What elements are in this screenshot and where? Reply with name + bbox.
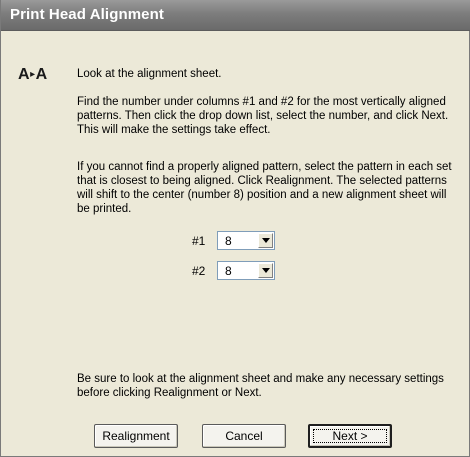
chevron-down-icon[interactable] <box>258 263 273 278</box>
realignment-button[interactable]: Realignment <box>94 424 178 448</box>
column-2-value: 8 <box>225 264 232 278</box>
cancel-button[interactable]: Cancel <box>202 424 286 448</box>
next-button[interactable]: Next > <box>308 424 392 448</box>
instruction-check-settings: Be sure to look at the alignment sheet a… <box>77 373 444 399</box>
dialog-window: Print Head Alignment A▸A Look at the ali… <box>0 0 470 457</box>
instruction-find-number: Find the number under columns #1 and #2 … <box>77 96 449 136</box>
column-1-value: 8 <box>225 234 232 248</box>
column-2-select[interactable]: 8 <box>217 261 275 280</box>
chevron-down-icon[interactable] <box>258 233 273 248</box>
instruction-realignment: If you cannot find a properly aligned pa… <box>77 161 452 215</box>
column-2-label: #2 <box>192 264 206 278</box>
logo-letter-2: A <box>35 66 48 83</box>
column-1-label: #1 <box>192 234 206 248</box>
column-1-select[interactable]: 8 <box>217 231 275 250</box>
logo-letter-1: A <box>18 66 30 83</box>
title-bar[interactable]: Print Head Alignment <box>1 0 470 31</box>
window-title: Print Head Alignment <box>10 6 164 23</box>
focus-ring <box>313 429 387 443</box>
alignment-logo-icon: A▸A <box>18 66 47 84</box>
logo-arrow-icon: ▸ <box>30 69 35 80</box>
instruction-look-sheet: Look at the alignment sheet. <box>77 68 222 80</box>
